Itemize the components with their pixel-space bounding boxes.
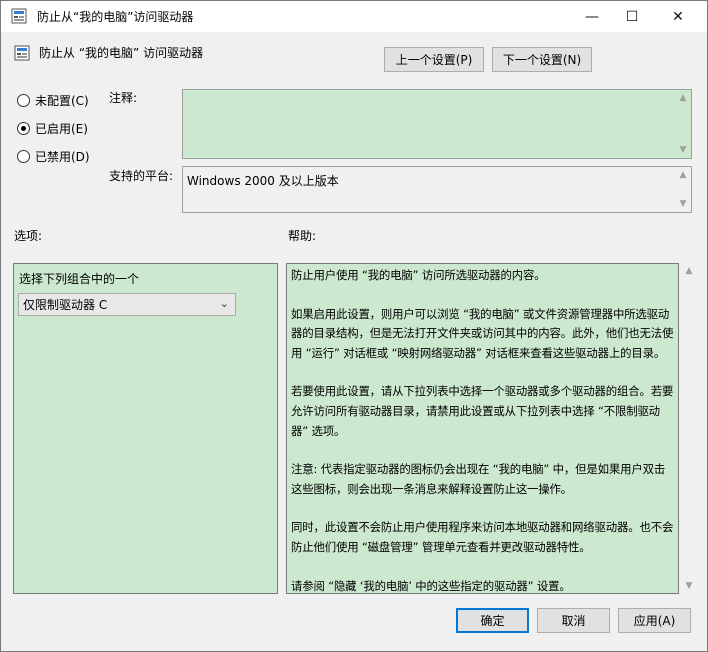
scroll-up-icon[interactable]: ▲	[681, 264, 697, 278]
comment-textarea[interactable]: ▲ ▼	[182, 89, 692, 159]
policy-dialog: 防止从“我的电脑”访问驱动器 — ☐ ✕ 防止从 “我的电脑” 访问驱动器 上一…	[0, 0, 708, 652]
help-paragraph: 请参阅 “隐藏 ‘我的电脑’ 中的这些指定的驱动器” 设置。	[291, 578, 571, 593]
select-value: 仅限制驱动器 C	[23, 298, 108, 312]
drive-combination-label: 选择下列组合中的一个	[19, 272, 140, 286]
scroll-down-icon[interactable]: ▼	[675, 197, 691, 211]
maximize-button[interactable]: ☐	[609, 1, 655, 32]
radio-button[interactable]	[17, 122, 30, 135]
help-paragraph: 注意: 代表指定驱动器的图标仍会出现在 “我的电脑” 中，但是如果用户双击这些图…	[291, 462, 666, 496]
policy-app-icon	[11, 8, 27, 24]
window-title: 防止从“我的电脑”访问驱动器	[37, 10, 194, 24]
comment-scrollbar[interactable]: ▲ ▼	[675, 90, 691, 158]
help-paragraph: 若要使用此设置，请从下拉列表中选择一个驱动器或多个驱动器的组合。若要允许访问所有…	[291, 384, 674, 438]
help-scrollbar[interactable]: ▲ ▼	[681, 263, 697, 594]
help-label: 帮助:	[288, 229, 317, 243]
close-button[interactable]: ✕	[655, 1, 701, 32]
comment-label: 注释:	[109, 91, 138, 105]
title-bar: 防止从“我的电脑”访问驱动器 — ☐ ✕	[1, 1, 707, 32]
scroll-down-icon[interactable]: ▼	[681, 579, 697, 593]
platform-value: Windows 2000 及以上版本	[187, 174, 339, 188]
radio-not-configured[interactable]: 未配置(C)	[17, 92, 89, 109]
platform-label: 支持的平台:	[109, 169, 174, 183]
platform-field: Windows 2000 及以上版本 ▲ ▼	[182, 166, 692, 213]
radio-label: 已禁用(D)	[35, 150, 90, 164]
options-label: 选项:	[14, 229, 43, 243]
previous-setting-button[interactable]: 上一个设置(P)	[384, 47, 484, 72]
platform-scrollbar[interactable]: ▲ ▼	[675, 167, 691, 212]
setting-title: 防止从 “我的电脑” 访问驱动器	[39, 46, 204, 60]
scroll-up-icon[interactable]: ▲	[675, 168, 691, 182]
radio-button[interactable]	[17, 150, 30, 163]
help-paragraph: 防止用户使用 “我的电脑” 访问所选驱动器的内容。	[291, 268, 546, 282]
options-panel: 选择下列组合中的一个 仅限制驱动器 C ⌄	[13, 263, 278, 594]
help-paragraph: 同时，此设置不会防止用户使用程序来访问本地驱动器和网络驱动器。也不会防止他们使用…	[291, 520, 674, 554]
chevron-down-icon: ⌄	[219, 297, 229, 310]
help-paragraph: 如果启用此设置，则用户可以浏览 “我的电脑” 或文件资源管理器中所选驱动器的目录…	[291, 306, 674, 360]
radio-enabled[interactable]: 已启用(E)	[17, 120, 88, 137]
radio-label: 未配置(C)	[35, 94, 89, 108]
cancel-button[interactable]: 取消	[537, 608, 610, 633]
scroll-down-icon[interactable]: ▼	[675, 143, 691, 157]
radio-label: 已启用(E)	[35, 122, 88, 136]
policy-setting-icon	[14, 45, 30, 61]
next-setting-button[interactable]: 下一个设置(N)	[492, 47, 592, 72]
help-panel: 防止用户使用 “我的电脑” 访问所选驱动器的内容。 如果启用此设置，则用户可以浏…	[286, 263, 679, 594]
apply-button[interactable]: 应用(A)	[618, 608, 691, 633]
radio-button[interactable]	[17, 94, 30, 107]
radio-disabled[interactable]: 已禁用(D)	[17, 148, 90, 165]
drive-restriction-select[interactable]: 仅限制驱动器 C ⌄	[18, 293, 236, 316]
ok-button[interactable]: 确定	[456, 608, 529, 633]
scroll-up-icon[interactable]: ▲	[675, 91, 691, 105]
